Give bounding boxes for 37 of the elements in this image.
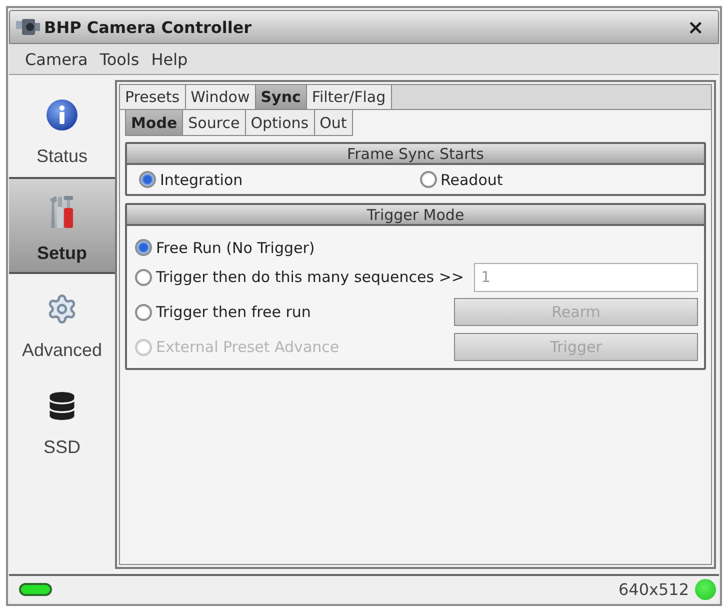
status-dot-icon bbox=[695, 579, 716, 600]
camera-icon bbox=[16, 18, 40, 36]
option-label: Trigger then free run bbox=[156, 303, 311, 321]
radio-button[interactable] bbox=[135, 239, 152, 256]
group-header: Frame Sync Starts bbox=[127, 144, 704, 165]
option-label: Trigger then do this many sequences >> bbox=[156, 268, 464, 286]
option-label: Readout bbox=[440, 170, 503, 188]
option-label: Free Run (No Trigger) bbox=[156, 238, 315, 256]
database-icon bbox=[48, 392, 76, 420]
sidebar-item[interactable]: Setup bbox=[9, 177, 115, 274]
sidebar-item[interactable]: SSD bbox=[9, 371, 115, 468]
radio-button[interactable] bbox=[135, 268, 152, 286]
menu-item[interactable]: Camera bbox=[23, 50, 90, 68]
menu-item[interactable]: Tools bbox=[98, 50, 142, 68]
sub-tab[interactable]: Options bbox=[246, 110, 315, 136]
gear-icon bbox=[46, 293, 78, 325]
menu-item[interactable]: Help bbox=[149, 50, 190, 68]
option-label: Integration bbox=[160, 170, 243, 188]
sub-tab[interactable]: Out bbox=[314, 110, 353, 136]
sidebar-item[interactable]: Advanced bbox=[9, 274, 115, 371]
close-button[interactable]: × bbox=[683, 17, 708, 37]
tab[interactable]: Filter/Flag bbox=[306, 85, 392, 109]
tab[interactable]: Window bbox=[186, 85, 256, 109]
sub-tab[interactable]: Source bbox=[183, 110, 246, 136]
window-title: BHP Camera Controller bbox=[44, 18, 252, 36]
group-header: Trigger Mode bbox=[127, 205, 704, 226]
tab[interactable]: Sync bbox=[256, 85, 307, 109]
radio-button[interactable] bbox=[139, 171, 156, 188]
tab[interactable]: Presets bbox=[120, 85, 186, 109]
radio-button[interactable] bbox=[135, 304, 152, 320]
info-icon bbox=[46, 99, 78, 131]
resolution-label: 640x512 bbox=[618, 580, 689, 599]
sub-tab[interactable]: Mode bbox=[125, 110, 184, 136]
option-label: External Preset Advance bbox=[156, 338, 340, 356]
radio-button[interactable] bbox=[420, 171, 436, 188]
sidebar-item[interactable]: Status bbox=[9, 80, 115, 177]
status-led-icon bbox=[19, 583, 52, 596]
